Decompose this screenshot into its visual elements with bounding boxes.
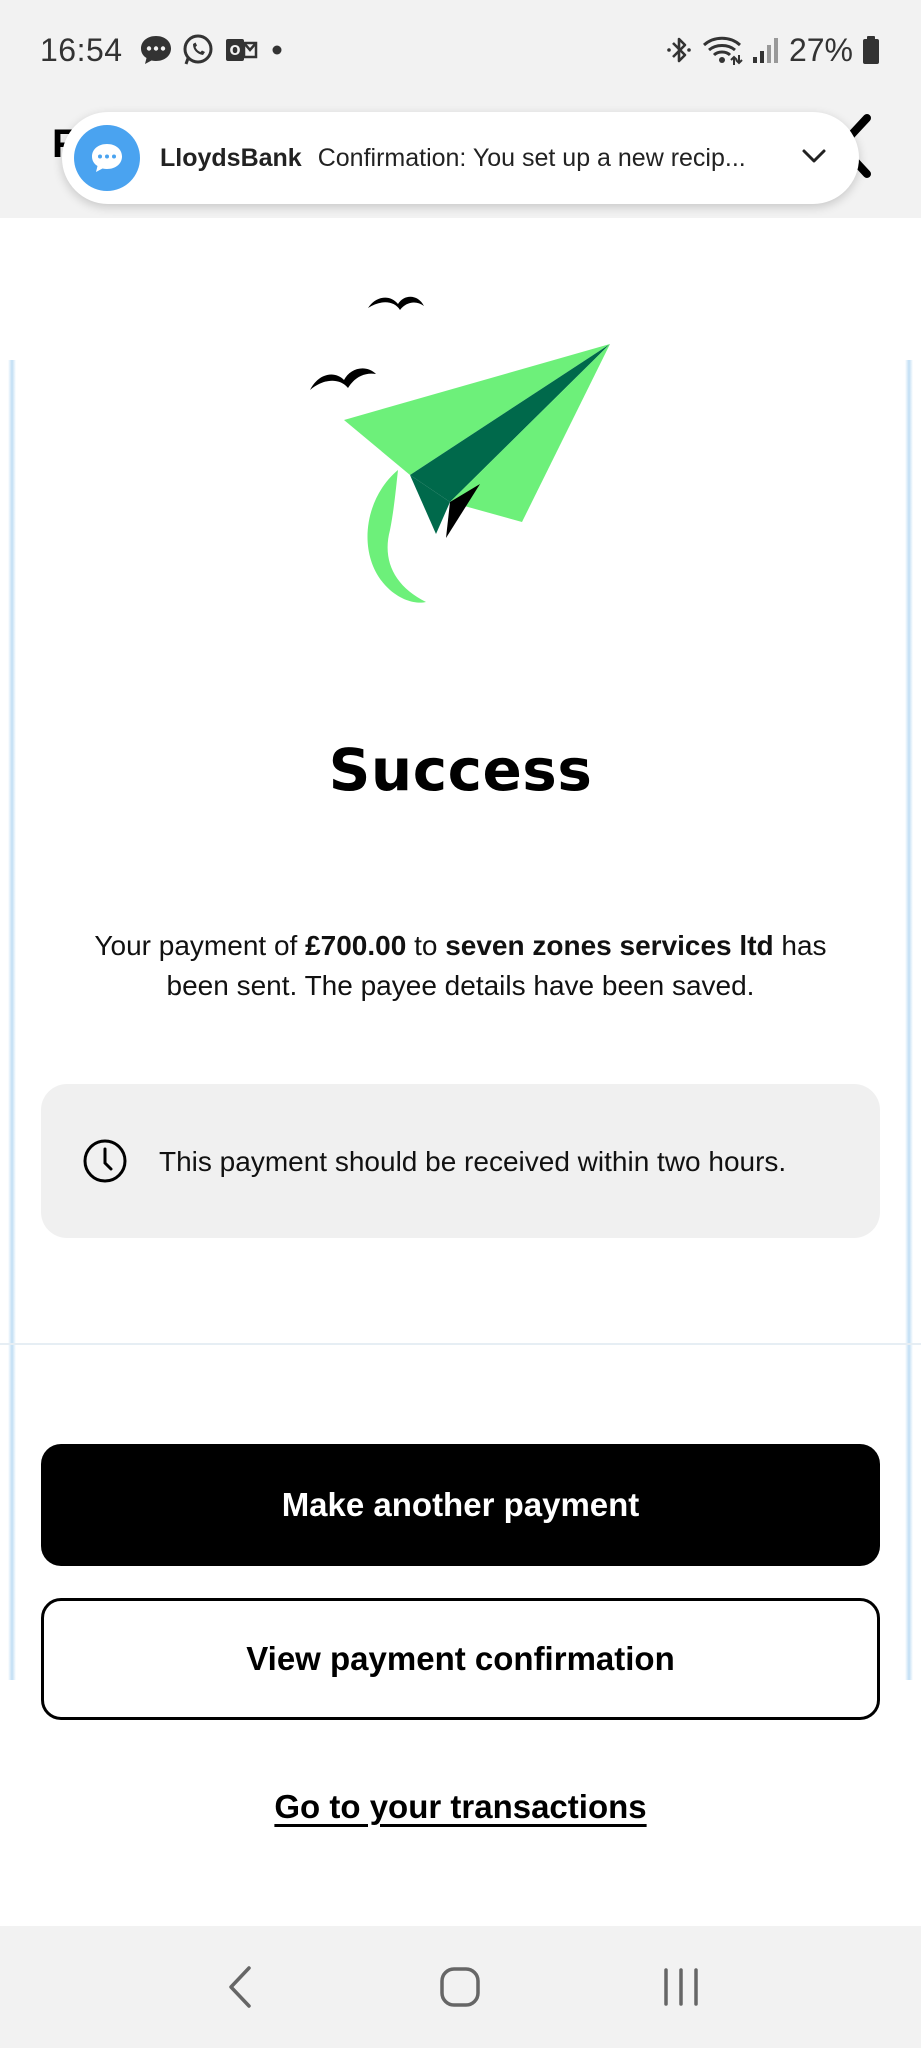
nav-back-icon[interactable]: [200, 1952, 280, 2022]
notification-banner[interactable]: LloydsBank Confirmation: You set up a ne…: [62, 112, 859, 204]
status-right: 27%: [665, 32, 881, 69]
page-title: Success: [328, 736, 593, 804]
info-box: This payment should be received within t…: [41, 1084, 880, 1238]
payment-message: Your payment of £700.00 to seven zones s…: [60, 926, 861, 1006]
nav-recents-icon[interactable]: [641, 1952, 721, 2022]
screen: 16:54 O 27% LloydsBank Confirmation: You…: [0, 0, 921, 2048]
notification-text: Confirmation: You set up a new recip...: [317, 143, 746, 172]
left-edge-glow: [8, 360, 16, 1680]
status-bar: 16:54 O 27%: [0, 0, 921, 100]
chevron-down-icon[interactable]: [799, 141, 829, 176]
bluetooth-icon: [665, 33, 693, 67]
status-left: 16:54 O: [40, 32, 287, 69]
paper-plane-illustration: [300, 290, 620, 610]
messages-icon: [139, 33, 173, 67]
status-time: 16:54: [40, 31, 123, 68]
view-payment-confirmation-button[interactable]: View payment confirmation: [41, 1598, 880, 1720]
signal-icon: [751, 33, 781, 67]
notification-app-name: LloydsBank: [160, 143, 302, 172]
bird-icon: [310, 368, 376, 390]
info-text: This payment should be received within t…: [159, 1145, 787, 1177]
right-edge-glow: [905, 360, 913, 1680]
payee-name: seven zones services ltd: [445, 930, 774, 961]
dot-icon: [267, 33, 287, 67]
message-middle: to: [406, 930, 446, 961]
outlook-icon: O: [223, 33, 259, 67]
nav-home-icon[interactable]: [420, 1952, 500, 2022]
whatsapp-icon: [181, 33, 215, 67]
bird-icon: [368, 296, 424, 310]
battery-icon: [861, 33, 881, 67]
clock-icon: [81, 1137, 129, 1185]
section-divider: [0, 1343, 921, 1345]
wifi-icon: [701, 33, 743, 67]
system-nav-bar: [0, 1926, 921, 2048]
payment-amount: £700.00: [305, 930, 407, 961]
svg-text:O: O: [229, 44, 240, 59]
chat-bubble-icon: [74, 125, 140, 191]
message-prefix: Your payment of: [94, 930, 306, 961]
go-to-transactions-link[interactable]: Go to your transactions: [0, 1788, 921, 1826]
battery-percent: 27%: [788, 31, 853, 68]
make-another-payment-button[interactable]: Make another payment: [41, 1444, 880, 1566]
